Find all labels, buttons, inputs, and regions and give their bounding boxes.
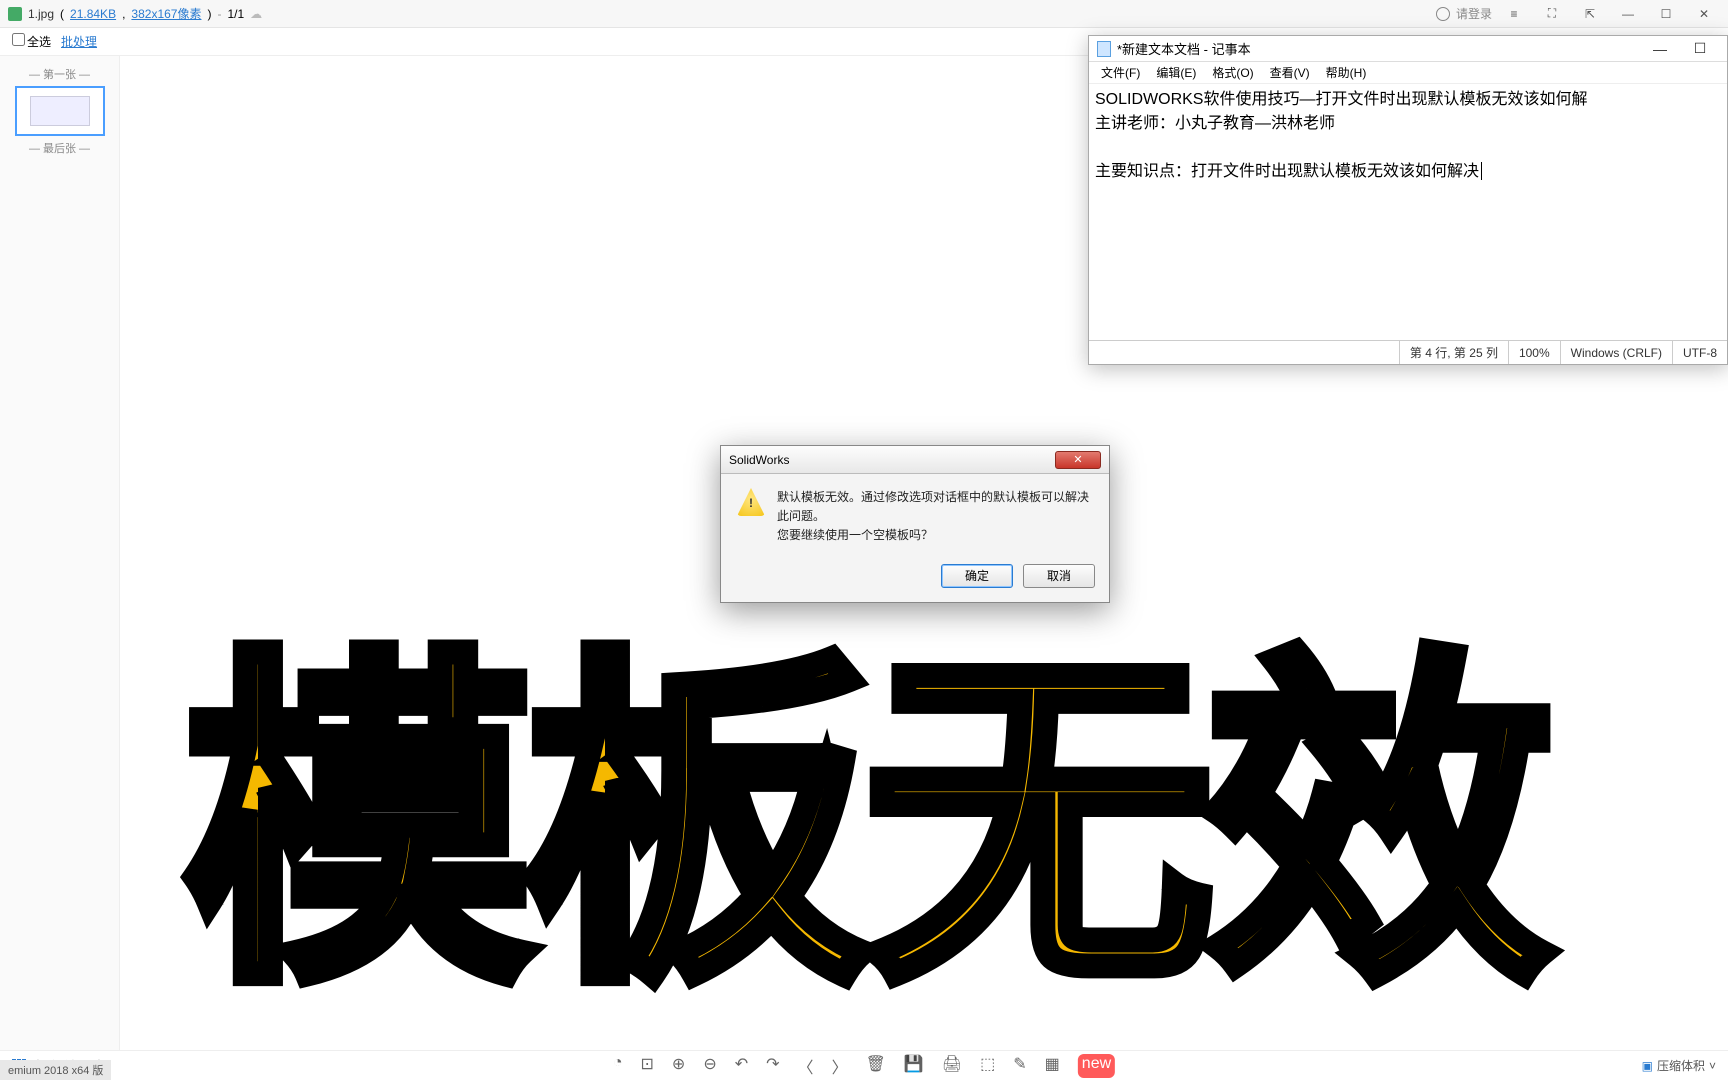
new-badge: new — [1078, 1054, 1115, 1078]
notepad-statusbar: 第 4 行, 第 25 列 100% Windows (CRLF) UTF-8 — [1089, 340, 1727, 364]
menu-help[interactable]: 帮助(H) — [1320, 62, 1373, 83]
login-prompt[interactable]: 请登录 — [1456, 5, 1492, 22]
taskbar-fragment: emium 2018 x64 版 — [0, 1060, 111, 1080]
compress-icon[interactable]: ▣ — [1642, 1059, 1653, 1073]
maximize-button[interactable]: ☐ — [1650, 4, 1682, 24]
dialog-line2: 您要继续使用一个空模板吗？ — [777, 526, 1093, 545]
fullscreen-icon[interactable]: ⛶ — [1536, 4, 1568, 24]
menu-view[interactable]: 查看(V) — [1264, 62, 1316, 83]
thumbnail-sidebar: — 第一张 — — 最后张 — — [0, 56, 120, 1050]
notepad-titlebar[interactable]: *新建文本文档 - 记事本 ― ☐ — [1089, 36, 1727, 62]
status-position: 第 4 行, 第 25 列 — [1399, 341, 1508, 364]
user-icon[interactable] — [1436, 7, 1450, 21]
close-paren: ) — [207, 7, 211, 21]
compress-label[interactable]: 压缩体积 — [1657, 1057, 1705, 1074]
status-encoding: UTF-8 — [1672, 341, 1727, 364]
notepad-maximize-button[interactable]: ☐ — [1681, 38, 1719, 60]
viewer-bottombar: 查看所有图片 ◔ ⊡ ⊕ ⊖ ↶ ↷ 〈 〉 🗑 💾 🖨 ⬚ ✎ ▦ new ▣… — [0, 1050, 1728, 1080]
solidworks-dialog: SolidWorks ✕ 默认模板无效。通过修改选项对话框中的默认模板可以解决此… — [720, 445, 1110, 603]
warning-icon — [737, 488, 765, 516]
cancel-button[interactable]: 取消 — [1023, 564, 1095, 588]
filename-label: 1.jpg — [28, 7, 54, 21]
dialog-close-button[interactable]: ✕ — [1055, 451, 1101, 469]
select-all-checkbox[interactable]: 全选 — [12, 33, 51, 50]
cloud-icon[interactable]: ☁ — [250, 7, 262, 21]
prev-icon[interactable]: 〈 — [798, 1054, 814, 1078]
minimize-button[interactable]: ― — [1612, 4, 1644, 24]
rotate-right-icon[interactable]: ↷ — [766, 1054, 779, 1078]
delete-icon[interactable]: 🗑 — [866, 1054, 886, 1078]
batch-process-link[interactable]: 批处理 — [61, 33, 97, 50]
filesize-link[interactable]: 21.84KB — [70, 7, 116, 21]
title-sep: - — [217, 7, 221, 21]
edit-icon[interactable]: ✎ — [1013, 1054, 1026, 1078]
notepad-minimize-button[interactable]: ― — [1641, 38, 1679, 60]
compress-chevron-icon[interactable]: ˅ — [1709, 1059, 1716, 1073]
last-image-label: — 最后张 — — [6, 140, 113, 156]
dialog-buttons: 确定 取消 — [721, 556, 1109, 602]
menu-icon[interactable]: ≡ — [1498, 4, 1530, 24]
apps-icon[interactable]: ▦ — [1045, 1054, 1060, 1078]
dialog-title-text: SolidWorks — [729, 453, 789, 467]
meta-sep: , — [122, 7, 125, 21]
notepad-menubar: 文件(F) 编辑(E) 格式(O) 查看(V) 帮助(H) — [1089, 62, 1727, 84]
dialog-message: 默认模板无效。通过修改选项对话框中的默认模板可以解决此问题。 您要继续使用一个空… — [777, 488, 1093, 546]
menu-format[interactable]: 格式(O) — [1206, 62, 1259, 83]
tool1-icon[interactable]: ⬚ — [980, 1054, 995, 1078]
save-icon[interactable]: 💾 — [904, 1054, 924, 1078]
zoom-out-icon[interactable]: ⊖ — [703, 1054, 716, 1078]
notepad-icon — [1097, 41, 1111, 57]
ok-button[interactable]: 确定 — [941, 564, 1013, 588]
text-cursor — [1481, 162, 1482, 180]
app-logo-icon — [8, 7, 22, 21]
notepad-title-text: *新建文本文档 - 记事本 — [1117, 39, 1251, 58]
dimensions-link[interactable]: 382x167像素 — [131, 5, 201, 22]
first-image-label: — 第一张 — — [6, 66, 113, 82]
zoom-in-icon[interactable]: ⊕ — [672, 1054, 685, 1078]
dialog-line1: 默认模板无效。通过修改选项对话框中的默认模板可以解决此问题。 — [777, 488, 1093, 526]
status-spacer — [1089, 341, 1399, 364]
close-button[interactable]: ✕ — [1688, 4, 1720, 24]
center-toolbar: ◔ ⊡ ⊕ ⊖ ↶ ↷ 〈 〉 🗑 💾 🖨 ⬚ ✎ ▦ new — [613, 1054, 1115, 1078]
pin-icon[interactable]: ⇱ — [1574, 4, 1606, 24]
dialog-body: 默认模板无效。通过修改选项对话框中的默认模板可以解决此问题。 您要继续使用一个空… — [721, 474, 1109, 556]
notepad-window: *新建文本文档 - 记事本 ― ☐ 文件(F) 编辑(E) 格式(O) 查看(V… — [1088, 35, 1728, 365]
print-icon[interactable]: 🖨 — [942, 1054, 962, 1078]
viewer-titlebar: 1.jpg ( 21.84KB , 382x167像素 ) - 1/1 ☁ 请登… — [0, 0, 1728, 28]
timer-icon[interactable]: ◔ — [613, 1054, 623, 1078]
next-icon[interactable]: 〉 — [832, 1054, 848, 1078]
open-paren: ( — [60, 7, 64, 21]
status-zoom: 100% — [1508, 341, 1560, 364]
thumbnail-1[interactable] — [15, 86, 105, 136]
fit-icon[interactable]: ⊡ — [641, 1054, 654, 1078]
rotate-left-icon[interactable]: ↶ — [735, 1054, 748, 1078]
notepad-textarea[interactable]: SOLIDWORKS软件使用技巧—打开文件时出现默认模板无效该如何解 主讲老师：… — [1089, 84, 1727, 340]
page-indicator: 1/1 — [227, 7, 244, 21]
menu-edit[interactable]: 编辑(E) — [1150, 62, 1202, 83]
menu-file[interactable]: 文件(F) — [1095, 62, 1146, 83]
status-line-ending: Windows (CRLF) — [1560, 341, 1672, 364]
dialog-titlebar[interactable]: SolidWorks ✕ — [721, 446, 1109, 474]
